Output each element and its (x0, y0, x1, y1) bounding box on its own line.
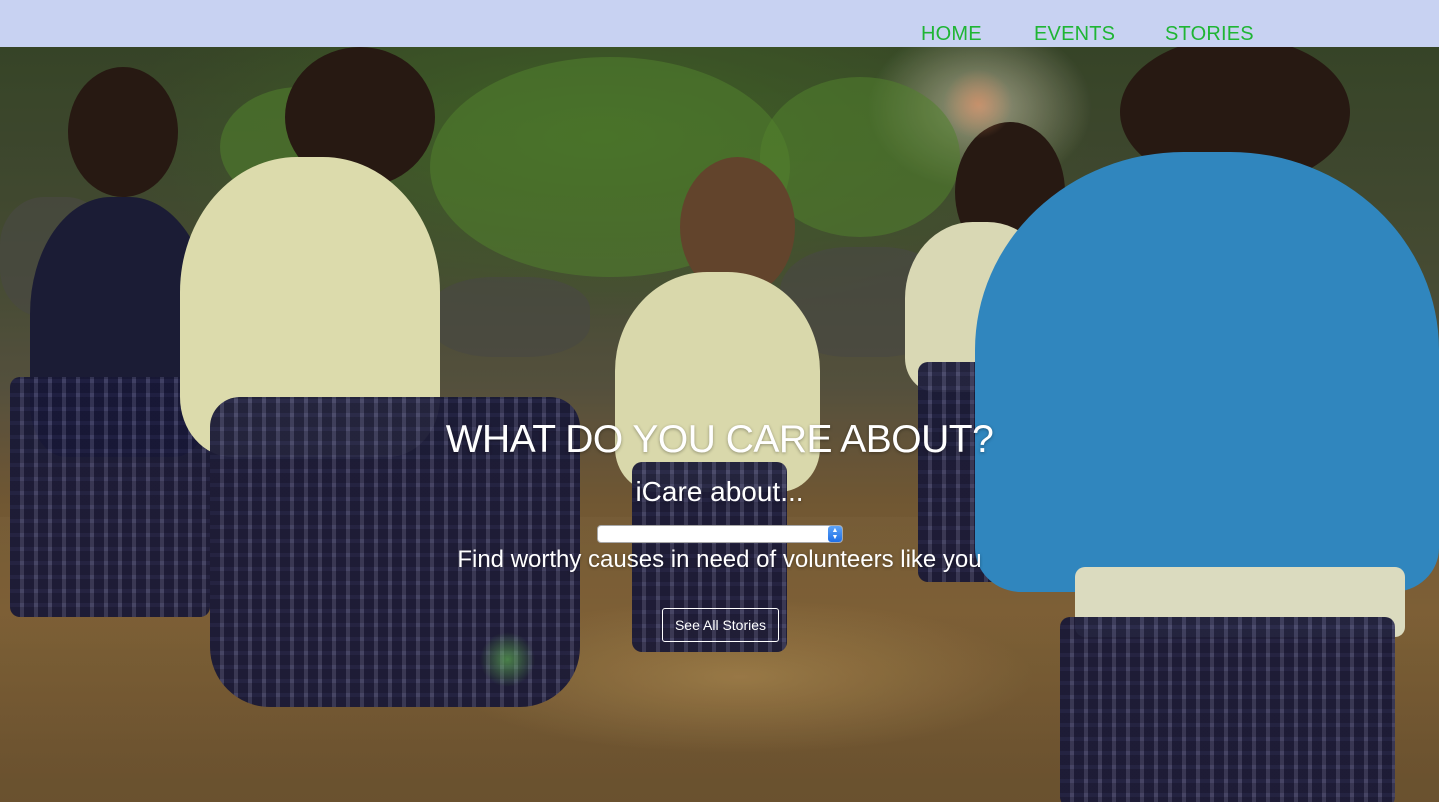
hero-tagline: Find worthy causes in need of volunteers… (457, 546, 982, 573)
cause-select[interactable] (597, 525, 843, 543)
top-navbar: HOME EVENTS STORIES (0, 0, 1439, 47)
nav-link-stories[interactable]: STORIES (1165, 22, 1254, 46)
see-all-stories-button[interactable]: See All Stories (662, 608, 779, 642)
page: HOME EVENTS STORIES WHAT DO YOU CARE ABO… (0, 0, 1439, 802)
nav-link-home[interactable]: HOME (921, 22, 982, 46)
nav-link-events[interactable]: EVENTS (1034, 22, 1115, 46)
hero-subheadline: iCare about... (635, 476, 804, 507)
cause-select-wrapper: ▲ ▼ (597, 525, 843, 543)
hero-headline: WHAT DO YOU CARE ABOUT? (445, 418, 994, 461)
hero-content: WHAT DO YOU CARE ABOUT? iCare about... ▲… (0, 0, 1439, 802)
